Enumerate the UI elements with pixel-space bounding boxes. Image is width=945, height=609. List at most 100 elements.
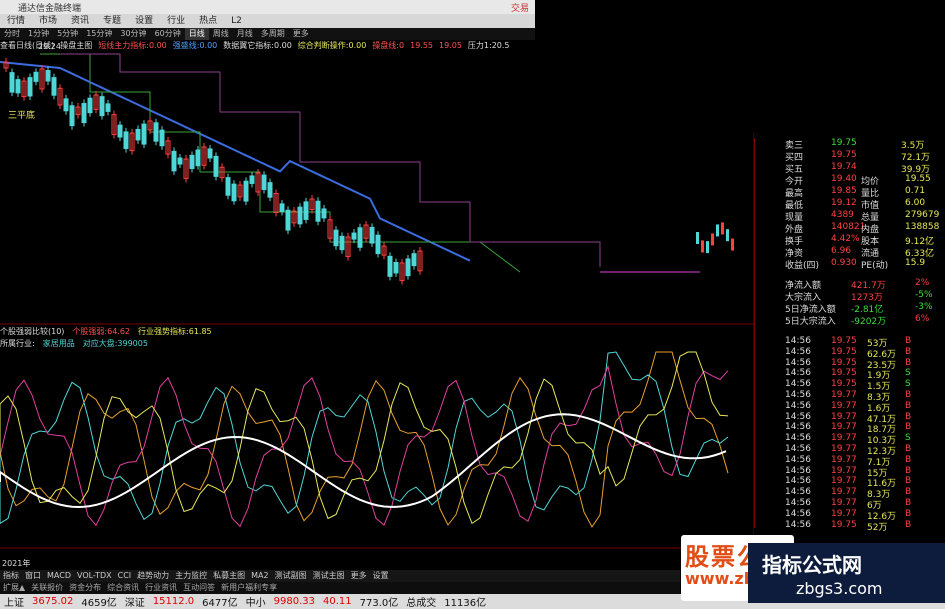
indicator-tab[interactable]: 更多: [348, 570, 370, 582]
menu-item[interactable]: L2: [224, 14, 249, 28]
watermark-logo-right: 指标公式网 zbgs3.com: [748, 543, 945, 603]
candle-body: [207, 148, 213, 159]
indicator-value: 强盛线:0.00: [172, 41, 218, 50]
tick-side: B: [905, 444, 912, 454]
menu-item[interactable]: 资讯: [64, 14, 96, 28]
candle-body: [81, 103, 87, 124]
indicator-tab[interactable]: CCI: [115, 570, 135, 582]
period-tab[interactable]: 月线: [233, 28, 257, 40]
tick-time: 14:56: [785, 465, 811, 476]
status-item: 中小: [245, 598, 266, 609]
candle-body: [297, 206, 303, 225]
tick-time: 14:56: [785, 487, 811, 498]
quote-value: 19.75: [831, 150, 857, 160]
quote-value: 6.96: [831, 246, 852, 256]
period-tab[interactable]: 更多: [289, 28, 313, 40]
period-tab[interactable]: 周线: [209, 28, 233, 40]
tick-price: 19.75: [831, 519, 857, 530]
tick-side: B: [905, 346, 912, 357]
period-tab[interactable]: 多周期: [257, 28, 289, 40]
menu-item[interactable]: 行情: [0, 14, 32, 28]
quote-value: 19.74: [831, 162, 857, 172]
info-tabs: 扩展▲ 关联报价 资金分布 综合资讯 行业资讯 互动问答 新用户福利专享: [0, 582, 680, 594]
period-tab[interactable]: 分时: [0, 28, 24, 40]
candle-body: [69, 105, 75, 127]
status-item: 6477亿: [202, 598, 238, 609]
info-tab[interactable]: 资金分布: [66, 582, 104, 594]
indicator-tab[interactable]: 主力监控: [172, 570, 210, 582]
candle-body: [711, 233, 714, 246]
window-title: 通达信金融终端: [18, 4, 82, 14]
candle-body: [33, 71, 39, 82]
candle-body: [177, 157, 183, 165]
tick-price: 19.77: [831, 422, 857, 433]
indicator-tab[interactable]: 私募主图: [210, 570, 248, 582]
indicator-tab[interactable]: 设置: [370, 570, 392, 582]
tick-time: 14:56: [785, 498, 811, 508]
menu-item[interactable]: 专题: [96, 14, 128, 28]
chart-area[interactable]: [0, 52, 754, 570]
tick-side: B: [905, 454, 912, 465]
info-tab[interactable]: 综合资讯: [104, 582, 142, 594]
tick-price: 19.77: [831, 411, 857, 422]
indicator-tab[interactable]: 测试副图: [272, 570, 310, 582]
quote-value: 19.85: [831, 186, 857, 196]
main-kline-chart: [0, 53, 734, 285]
indicator-tab[interactable]: MA2: [248, 570, 271, 582]
period-tab[interactable]: 15分钟: [82, 28, 116, 40]
indicator-tab[interactable]: 趋势动力: [134, 570, 172, 582]
candle-body: [195, 149, 201, 167]
info-tab[interactable]: 互动问答: [180, 582, 218, 594]
period-tab[interactable]: 5分钟: [53, 28, 82, 40]
info-tab[interactable]: 扩展▲: [0, 582, 28, 594]
quote-value: 19.12: [831, 198, 857, 208]
tick-time: 14:56: [785, 444, 811, 454]
status-item: 上证: [4, 598, 24, 609]
tick-price: 19.77: [831, 487, 857, 498]
indicator-tab[interactable]: VOL-TDX: [74, 570, 115, 582]
tick-price: 19.77: [831, 390, 857, 400]
tick-time: 14:56: [785, 400, 811, 411]
period-tab[interactable]: 日线: [184, 28, 209, 40]
sub-header-item: 个股强弱比较(10): [0, 327, 65, 336]
candle-body: [249, 175, 255, 184]
menu-item[interactable]: 设置: [128, 14, 160, 28]
quote-value: 279679: [905, 210, 940, 220]
candle-body: [51, 77, 57, 96]
indicator-tabs: 指标 窗口 MACD VOL-TDX CCI 趋势动力 主力监控 私募主图 MA2 测试副图 测试主…: [0, 570, 680, 582]
trade-link[interactable]: 交易: [511, 1, 529, 14]
indicator-tab[interactable]: MACD: [44, 570, 74, 582]
candle-body: [721, 222, 724, 235]
watermark-site-url: zbgs3.com: [796, 579, 883, 598]
period-tab[interactable]: 60分钟: [151, 28, 185, 40]
sub-indicator-chart: [0, 351, 729, 528]
candle-body: [716, 224, 719, 237]
tick-time: 14:56: [785, 422, 811, 433]
status-item: 4659亿: [81, 598, 117, 609]
quote-value: 0.930: [831, 258, 857, 268]
menu-item[interactable]: 市场: [32, 14, 64, 28]
tick-side: B: [905, 390, 912, 400]
info-tab[interactable]: 关联报价: [28, 582, 66, 594]
period-tab[interactable]: 30分钟: [116, 28, 150, 40]
year-label: 2021年: [2, 559, 31, 568]
indicator-tab[interactable]: 测试主图: [310, 570, 348, 582]
sub-header-item: 家居用品: [42, 339, 75, 348]
info-tab[interactable]: 新用户福利专享: [218, 582, 280, 594]
menu-item[interactable]: 行业: [160, 14, 192, 28]
indicator-tab[interactable]: 窗口: [22, 570, 44, 582]
sub-header-item: 行业强势指标:61.85: [138, 327, 212, 336]
quote-value: 19.75: [831, 138, 857, 148]
flow-percent: 6%: [915, 314, 930, 324]
period-tab[interactable]: 1分钟: [24, 28, 53, 40]
quote-value: 15.9: [905, 258, 926, 268]
tick-side: B: [905, 357, 912, 368]
menu-item[interactable]: 热点: [192, 14, 224, 28]
info-tab[interactable]: 行业资讯: [142, 582, 180, 594]
tick-time: 14:56: [785, 433, 811, 444]
candle-body: [405, 258, 411, 277]
tick-price: 19.75: [831, 379, 857, 390]
tick-side: S: [905, 379, 911, 390]
indicator-tab[interactable]: 指标: [0, 570, 22, 582]
candle-body: [45, 70, 51, 82]
